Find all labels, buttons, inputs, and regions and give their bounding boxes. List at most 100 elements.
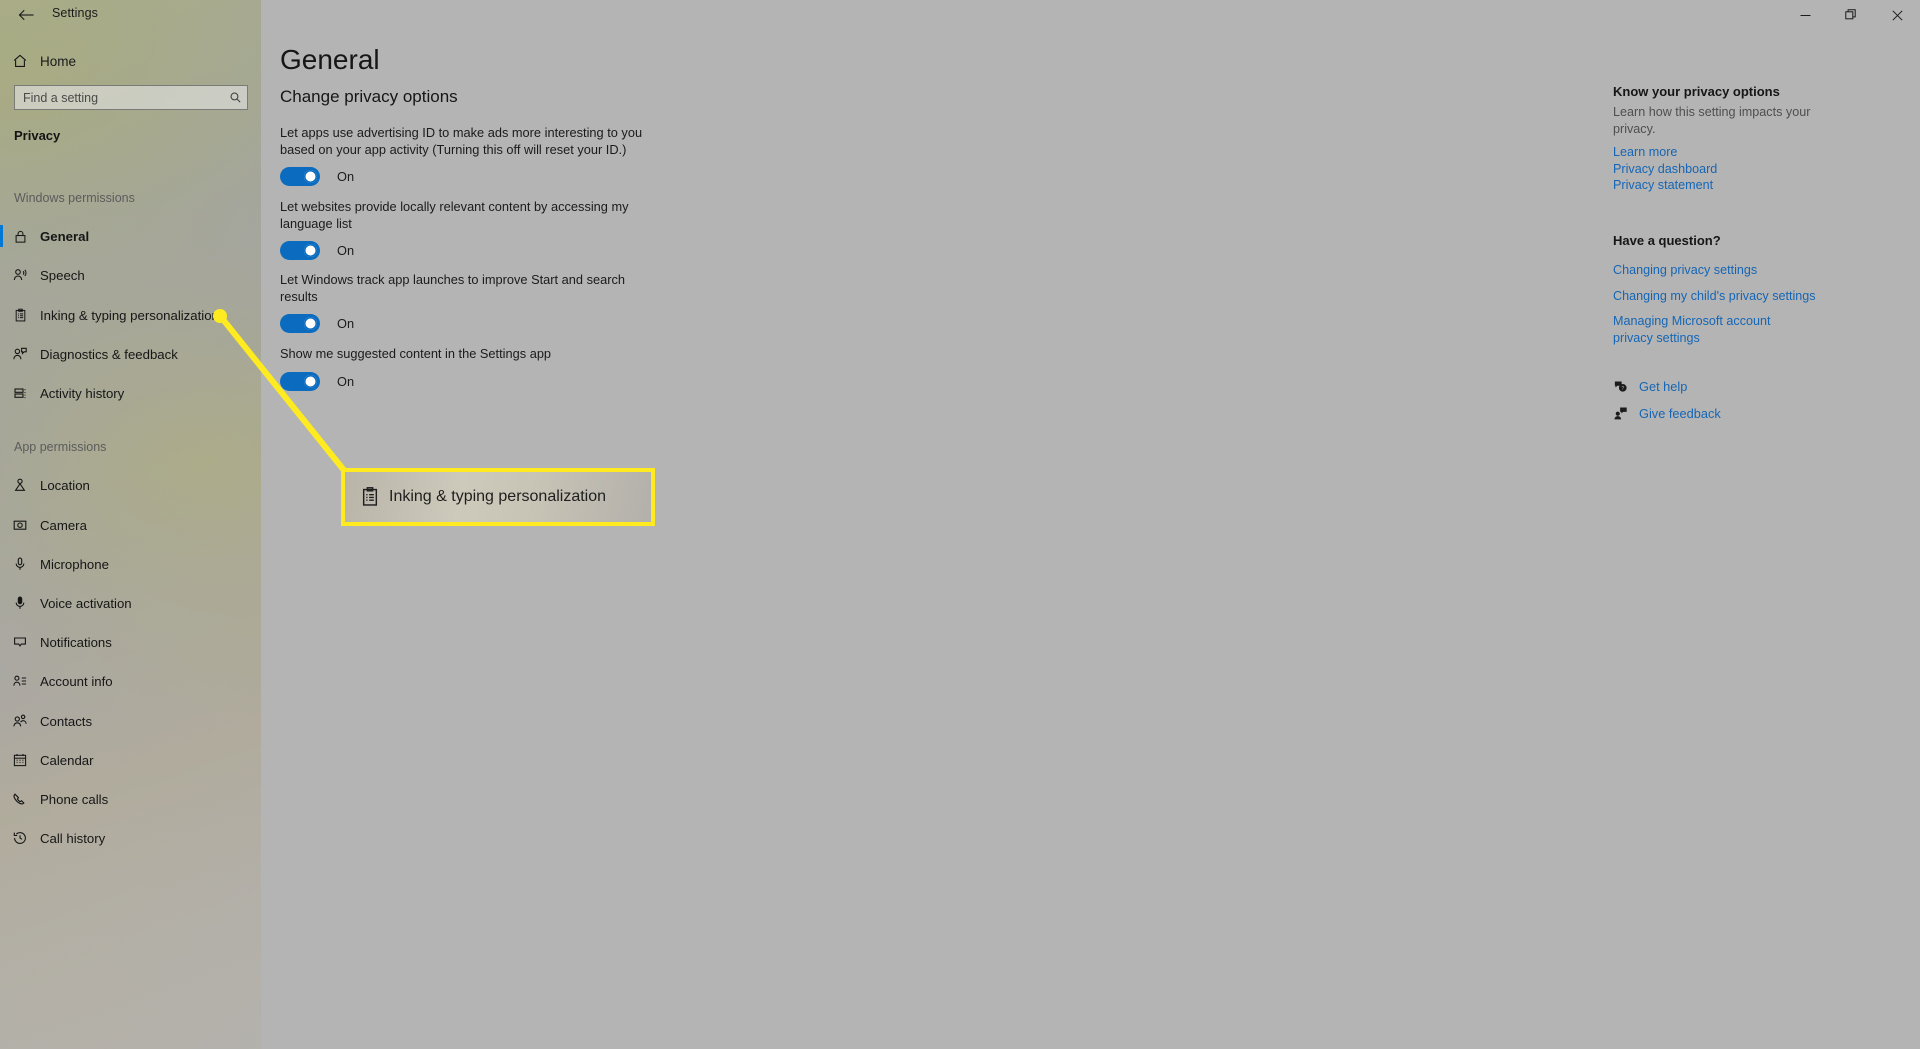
sidebar: Home Find a setting Privacy Windows perm…: [0, 0, 261, 1049]
activity-history-icon: [0, 385, 40, 401]
action-get-help[interactable]: ? Get help: [1613, 379, 1721, 394]
svg-text:?: ?: [1621, 386, 1624, 392]
sidebar-group-header-app-permissions: App permissions: [14, 440, 107, 454]
back-arrow-icon[interactable]: [8, 2, 44, 28]
setting-suggested-content: Show me suggested content in the Setting…: [280, 346, 660, 391]
setting-toggle-row: On: [280, 314, 660, 333]
sidebar-item-general[interactable]: General: [0, 221, 261, 251]
calendar-icon: [0, 752, 40, 768]
sidebar-item-label: Location: [40, 477, 90, 493]
search-icon[interactable]: [223, 91, 247, 104]
callout-highlight-box: Inking & typing personalization: [341, 468, 655, 526]
call-history-icon: [0, 830, 40, 846]
sidebar-category-title: Privacy: [14, 128, 61, 143]
title-bar: Settings: [0, 0, 1920, 30]
sidebar-item-label: Phone calls: [40, 791, 109, 807]
setting-app-launch-tracking: Let Windows track app launches to improv…: [280, 272, 660, 333]
help-chat-icon: ?: [1613, 379, 1639, 394]
account-info-icon: [0, 673, 40, 689]
sidebar-item-voice-activation[interactable]: Voice activation: [0, 588, 261, 618]
voice-activation-icon: [0, 595, 40, 611]
sidebar-item-label: Home: [40, 53, 77, 69]
setting-label: Show me suggested content in the Setting…: [280, 346, 552, 361]
rail-heading: Know your privacy options: [1613, 84, 1780, 99]
notification-icon: [0, 634, 40, 650]
section-title: Change privacy options: [280, 87, 458, 106]
action-label: Get help: [1639, 379, 1688, 394]
search-placeholder: Find a setting: [23, 90, 99, 105]
advertising-id-toggle[interactable]: [280, 167, 320, 186]
sidebar-item-account-info[interactable]: Account info: [0, 666, 261, 696]
sidebar-item-label: General: [40, 228, 90, 244]
toggle-state-label: On: [337, 316, 355, 331]
toggle-state-label: On: [337, 243, 355, 258]
sidebar-item-calendar[interactable]: Calendar: [0, 745, 261, 775]
sidebar-item-activity-history[interactable]: Activity history: [0, 378, 261, 408]
search-input[interactable]: Find a setting: [14, 85, 248, 110]
action-give-feedback[interactable]: Give feedback: [1613, 406, 1721, 421]
window-title: Settings: [52, 6, 98, 20]
setting-toggle-row: On: [280, 241, 660, 260]
maximize-button[interactable]: [1828, 0, 1874, 30]
sidebar-item-call-history[interactable]: Call history: [0, 823, 261, 853]
link-privacy-statement[interactable]: Privacy statement: [1613, 177, 1813, 194]
toggle-knob: [304, 244, 317, 257]
sidebar-item-location[interactable]: Location: [0, 470, 261, 500]
link-managing-microsoft-account-privacy[interactable]: Managing Microsoft account privacy setti…: [1613, 313, 1793, 346]
sidebar-item-label: Activity history: [40, 385, 125, 401]
microphone-icon: [0, 556, 40, 572]
setting-advertising-id: Let apps use advertising ID to make ads …: [280, 125, 660, 186]
feedback-icon: [1613, 406, 1639, 421]
sidebar-item-label: Call history: [40, 830, 106, 846]
camera-icon: [0, 517, 40, 533]
home-icon: [0, 53, 40, 69]
rail-privacy-section: Know your privacy options Learn how this…: [1613, 84, 1813, 194]
link-changing-child-privacy-settings[interactable]: Changing my child's privacy settings: [1613, 288, 1816, 305]
sidebar-item-camera[interactable]: Camera: [0, 510, 261, 540]
clipboard-icon: [351, 486, 389, 508]
sidebar-item-notifications[interactable]: Notifications: [0, 627, 261, 657]
setting-toggle-row: On: [280, 167, 660, 186]
phone-icon: [0, 791, 40, 807]
feedback-person-icon: [0, 346, 40, 362]
sidebar-item-label: Microphone: [40, 556, 109, 572]
sidebar-group-header-windows-permissions: Windows permissions: [14, 191, 135, 205]
sidebar-item-inking-typing-personalization[interactable]: Inking & typing personalization: [0, 300, 261, 330]
sidebar-item-label: Contacts: [40, 713, 93, 729]
toggle-state-label: On: [337, 169, 355, 184]
setting-label: Let Windows track app launches to improv…: [280, 272, 625, 304]
setting-label: Let websites provide locally relevant co…: [280, 199, 629, 231]
sidebar-item-label: Calendar: [40, 752, 94, 768]
page-title: General: [280, 44, 380, 75]
action-label: Give feedback: [1639, 406, 1721, 421]
clipboard-icon: [0, 308, 40, 323]
toggle-state-label: On: [337, 373, 355, 389]
sidebar-item-phone-calls[interactable]: Phone calls: [0, 784, 261, 814]
window-controls: [1782, 0, 1920, 30]
selection-indicator: [0, 225, 3, 247]
rail-body: Learn how this setting impacts your priv…: [1613, 105, 1811, 136]
language-list-toggle[interactable]: [280, 241, 320, 260]
sidebar-item-contacts[interactable]: Contacts: [0, 706, 261, 736]
link-learn-more[interactable]: Learn more: [1613, 144, 1813, 161]
speech-person-icon: [0, 267, 40, 283]
close-button[interactable]: [1874, 0, 1920, 30]
rail-heading: Have a question?: [1613, 233, 1721, 248]
callout-label: Inking & typing personalization: [389, 488, 607, 505]
app-launch-tracking-toggle[interactable]: [280, 314, 320, 333]
sidebar-item-microphone[interactable]: Microphone: [0, 549, 261, 579]
rail-actions: ? Get help Give feedback: [1613, 379, 1721, 433]
sidebar-item-label: Diagnostics & feedback: [40, 346, 178, 362]
sidebar-item-speech[interactable]: Speech: [0, 260, 261, 290]
sidebar-item-label: Voice activation: [40, 595, 132, 611]
sidebar-item-home[interactable]: Home: [0, 46, 261, 76]
link-privacy-dashboard[interactable]: Privacy dashboard: [1613, 161, 1813, 178]
minimize-button[interactable]: [1782, 0, 1828, 30]
link-changing-privacy-settings[interactable]: Changing privacy settings: [1613, 262, 1816, 279]
toggle-knob: [304, 374, 317, 388]
location-pin-icon: [0, 477, 40, 493]
sidebar-item-diagnostics-feedback[interactable]: Diagnostics & feedback: [0, 339, 261, 369]
setting-label: Let apps use advertising ID to make ads …: [280, 125, 643, 157]
suggested-content-toggle[interactable]: [280, 371, 320, 391]
rail-question-section: Have a question? Changing privacy settin…: [1613, 233, 1816, 346]
